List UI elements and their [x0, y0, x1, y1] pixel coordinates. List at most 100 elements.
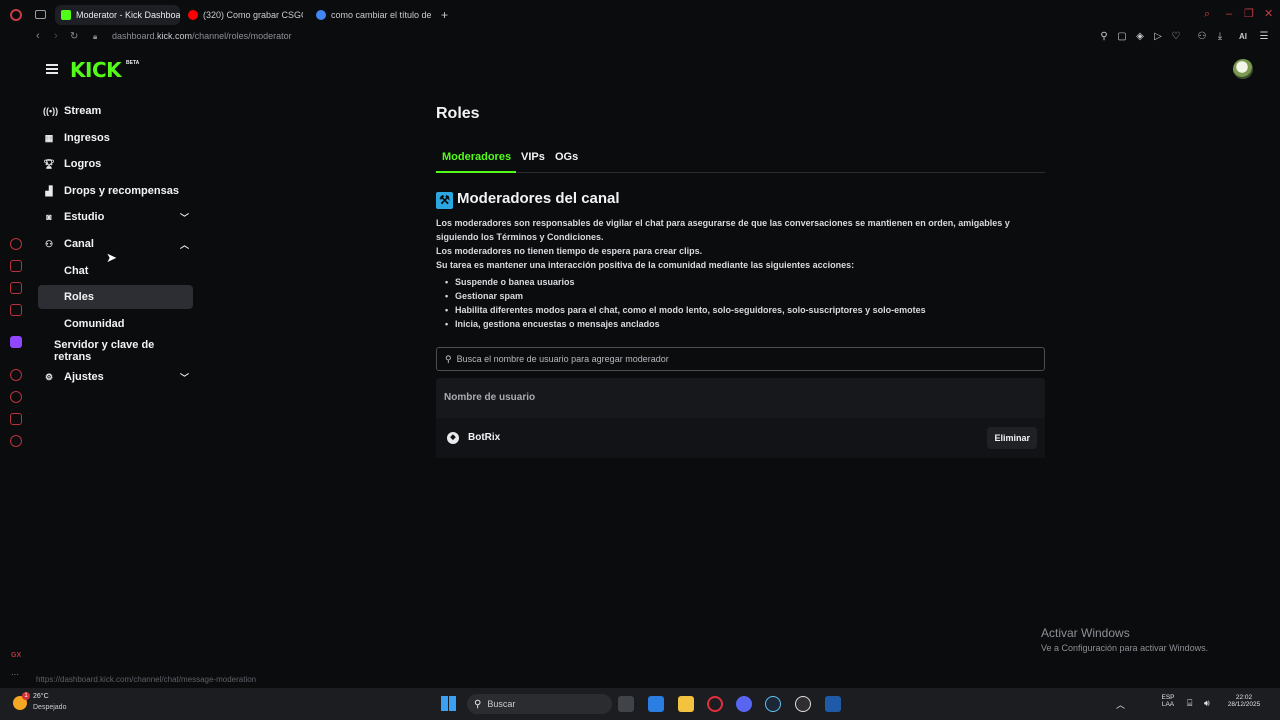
- snapshot-icon[interactable]: ▢: [1117, 31, 1127, 42]
- beta-badge: BETA: [126, 60, 140, 66]
- sidebar-subitem-roles[interactable]: Roles: [38, 285, 193, 309]
- rail-opera-icon[interactable]: [10, 238, 22, 250]
- hammer-icon: ⚒: [436, 192, 453, 209]
- chevron-up-icon: ︿: [179, 239, 189, 250]
- language-indicator[interactable]: ESP LAA: [1158, 694, 1178, 708]
- activation-watermark-text: Ve a Configuración para activar Windows.: [1041, 643, 1209, 653]
- kick-logo[interactable]: KICK: [70, 58, 122, 82]
- table-row: ◆ BotRix Eliminar: [436, 418, 1045, 458]
- download-icon[interactable]: ⤓: [1215, 31, 1225, 42]
- steam-app-icon[interactable]: [765, 696, 781, 712]
- account-icon[interactable]: ⚇: [1197, 31, 1207, 42]
- sidebar-item-logros[interactable]: 🏆︎ Logros: [38, 152, 193, 176]
- weather-badge: 1: [22, 692, 30, 700]
- rail-history-icon[interactable]: [10, 391, 22, 403]
- bullet-text: Suspende o banea usuarios: [455, 277, 575, 287]
- volume-icon[interactable]: 🔊︎: [1204, 698, 1210, 709]
- pin-icon[interactable]: ⚲: [1099, 31, 1109, 42]
- rail-settings-icon[interactable]: [10, 435, 22, 447]
- task-view-icon[interactable]: [618, 696, 634, 712]
- rail-player-icon[interactable]: [10, 369, 22, 381]
- browser-tab-youtube[interactable]: (320) Como grabar CSGO: [188, 5, 303, 25]
- moderators-table: Nombre de usuario ◆ BotRix Eliminar: [436, 378, 1045, 458]
- rail-more-icon[interactable]: ···: [11, 670, 19, 679]
- chart-icon: ▦: [44, 132, 54, 143]
- sidebar-item-ajustes[interactable]: ⚙ Ajustes ﹀: [38, 365, 193, 389]
- browser-tab-kick[interactable]: Moderator - Kick Dashboa: [55, 5, 180, 25]
- search-tabs-icon[interactable]: ⌕: [1204, 9, 1214, 20]
- menu-hamburger-icon[interactable]: [46, 64, 58, 74]
- reload-icon[interactable]: ↻: [70, 31, 78, 42]
- restore-icon[interactable]: ❐: [1244, 9, 1254, 20]
- obs-app-icon[interactable]: [795, 696, 811, 712]
- camera-icon: ◙: [46, 212, 52, 222]
- editor-app-icon[interactable]: [825, 696, 841, 712]
- browser-tab-google[interactable]: como cambiar el título de: [316, 5, 431, 25]
- sidebar-item-estudio[interactable]: ◙ Estudio ﹀: [38, 205, 193, 229]
- rail-gx-icon[interactable]: GX: [11, 652, 21, 659]
- sidebar-item-label: Roles: [64, 291, 94, 303]
- clock[interactable]: 22:02 28/12/2025: [1224, 694, 1264, 708]
- rail-news-icon[interactable]: [10, 304, 22, 316]
- aria-ai-icon[interactable]: AI: [1233, 31, 1253, 42]
- sidebar-subitem-servidor[interactable]: Servidor y clave de retrans: [38, 339, 193, 363]
- tab-moderadores[interactable]: Moderadores: [442, 151, 511, 163]
- google-favicon-icon: [316, 10, 326, 20]
- clock-date: 28/12/2025: [1227, 701, 1261, 708]
- tray-chevron-icon[interactable]: ︿: [1116, 698, 1125, 711]
- sidebar-item-label: Comunidad: [64, 318, 125, 330]
- opera-logo-icon[interactable]: [10, 9, 22, 21]
- activation-watermark-title: Activar Windows: [1041, 626, 1130, 640]
- opera-gx-app-icon[interactable]: [707, 696, 723, 712]
- url-prefix: dashboard.: [112, 31, 158, 41]
- gift-icon: ▟: [45, 185, 53, 196]
- kick-favicon-icon: [61, 10, 71, 20]
- tab-vips[interactable]: VIPs: [521, 151, 545, 163]
- rail-messenger-icon[interactable]: [10, 282, 22, 294]
- new-tab-button[interactable]: +: [441, 8, 448, 22]
- remove-moderator-button[interactable]: Eliminar: [987, 427, 1037, 449]
- mouse-cursor-icon: ➤: [106, 250, 117, 265]
- gear-icon: ⚙: [44, 371, 54, 382]
- file-explorer-icon[interactable]: [678, 696, 694, 712]
- roles-tabs: Moderadores VIPs OGs: [436, 148, 1045, 173]
- list-item: Gestionar spam: [445, 289, 523, 303]
- easy-setup-icon[interactable]: ☰: [1259, 31, 1269, 42]
- rail-twitch-icon[interactable]: [10, 336, 22, 348]
- sidebar-item-label: Servidor y clave de retrans: [54, 339, 155, 363]
- adblock-icon[interactable]: ◈: [1135, 31, 1145, 42]
- heart-icon[interactable]: ♡: [1171, 31, 1181, 42]
- username[interactable]: BotRix: [468, 432, 500, 443]
- player-icon[interactable]: ▷: [1153, 31, 1163, 42]
- minimize-icon[interactable]: –: [1226, 9, 1236, 20]
- avatar[interactable]: [1233, 59, 1253, 79]
- sidebar-item-drops[interactable]: ▟ Drops y recompensas: [38, 179, 193, 203]
- forward-icon[interactable]: ›: [54, 30, 58, 42]
- discord-app-icon[interactable]: [736, 696, 752, 712]
- list-item: Inicia, gestiona encuestas o mensajes an…: [445, 317, 660, 331]
- sidebar-item-stream[interactable]: ((•)) Stream: [38, 99, 193, 123]
- search-input[interactable]: [456, 354, 1017, 364]
- bullet-text: Inicia, gestiona encuestas o mensajes an…: [455, 319, 660, 329]
- start-icon[interactable]: [441, 696, 456, 711]
- tab-title: (320) Como grabar CSGO: [203, 10, 303, 20]
- sidebar-item-label: Estudio: [64, 211, 105, 223]
- sidebar-item-ingresos[interactable]: ▦ Ingresos: [38, 126, 193, 150]
- weather-description: Despejado: [33, 704, 67, 711]
- back-icon[interactable]: ‹: [36, 30, 40, 42]
- store-app-icon[interactable]: [648, 696, 664, 712]
- address-bar[interactable]: dashboard.kick.com/channel/roles/moderat…: [112, 31, 292, 41]
- tab-ogs[interactable]: OGs: [555, 151, 578, 163]
- close-window-icon[interactable]: ✕: [1264, 9, 1274, 20]
- tab-overview-icon[interactable]: [35, 10, 46, 19]
- taskbar-search-label: Buscar: [487, 699, 516, 709]
- rail-ai-icon[interactable]: [10, 260, 22, 272]
- rail-extensions-icon[interactable]: [10, 413, 22, 425]
- list-item: Suspende o banea usuarios: [445, 275, 575, 289]
- youtube-favicon-icon: [188, 10, 198, 20]
- sidebar-item-label: Drops y recompensas: [64, 185, 179, 197]
- network-icon[interactable]: ⌸: [1187, 698, 1192, 709]
- broadcast-icon: ((•)): [43, 106, 59, 116]
- sidebar-subitem-comunidad[interactable]: Comunidad: [38, 312, 193, 336]
- taskbar-search[interactable]: ⚲ Buscar: [467, 694, 612, 714]
